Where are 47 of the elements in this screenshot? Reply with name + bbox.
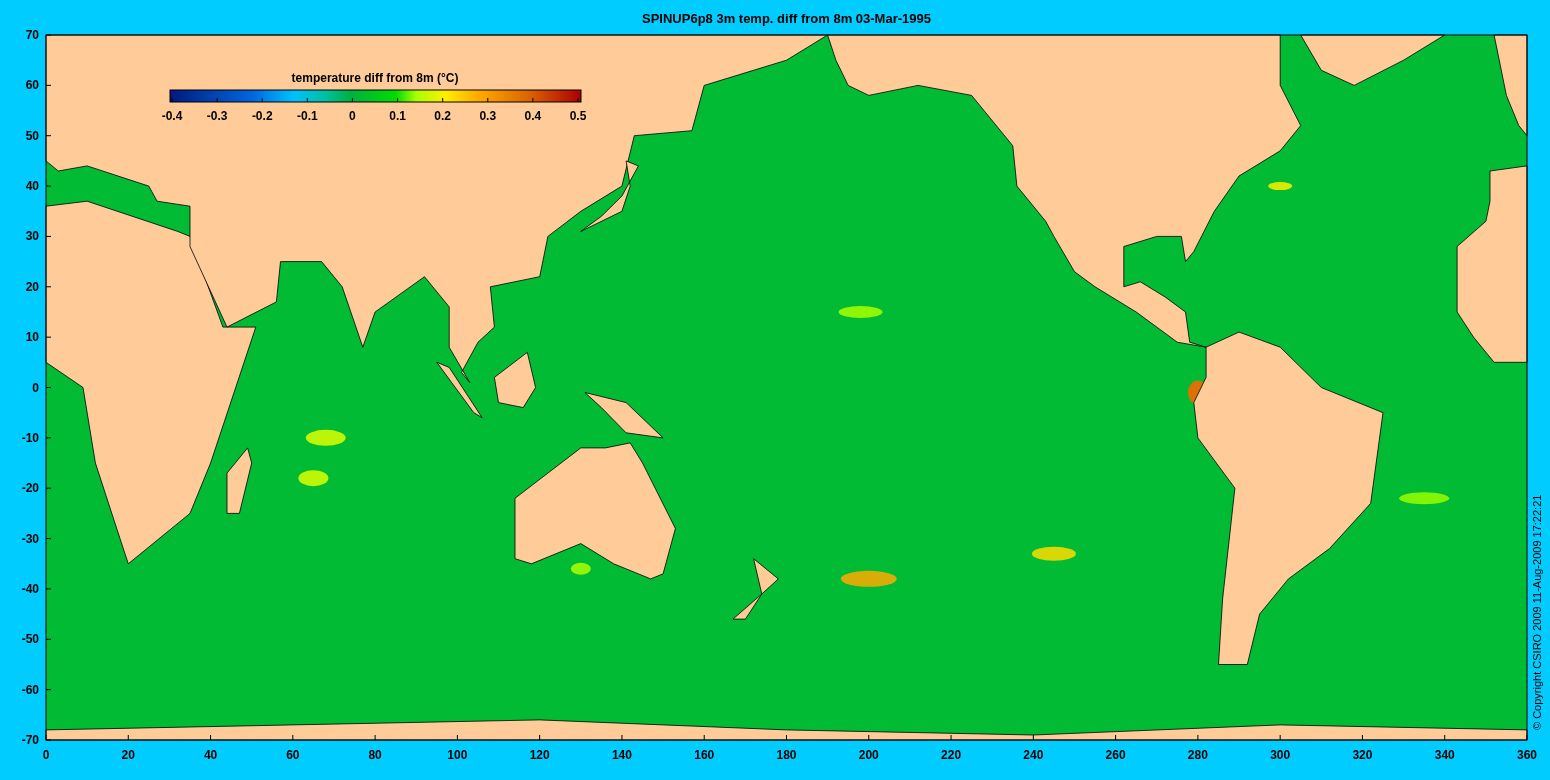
- axis-tick-label: 280: [1187, 748, 1208, 762]
- axis-tick-label: 20: [25, 279, 39, 294]
- axis-tick-label: 360: [1517, 748, 1537, 762]
- colorbar-tick-label: -0.3: [206, 109, 228, 123]
- axis-tick-label: 0: [32, 380, 39, 395]
- colorbar-tick-label: -0.4: [161, 109, 183, 123]
- colorbar-title: temperature diff from 8m (°C): [291, 71, 459, 85]
- axis-tick-label: 0: [42, 748, 50, 762]
- axis-tick-label: 70: [25, 28, 39, 42]
- axis-tick-label: 60: [25, 78, 39, 93]
- axis-tick-label: -70: [21, 733, 39, 747]
- axis-tick-label: -30: [21, 531, 39, 546]
- plot-title: SPINUP6p8 3m temp. diff from 8m 03-Mar-1995: [642, 11, 931, 26]
- axis-tick-label: 220: [941, 748, 962, 762]
- colorbar-tick-label: 0.1: [389, 109, 406, 123]
- axis-tick-label: 40: [203, 748, 218, 762]
- colorbar-tick-label: 0.4: [524, 109, 542, 123]
- axis-tick-label: 80: [368, 748, 382, 762]
- axis-tick-label: -40: [21, 581, 39, 596]
- axis-tick-label: 50: [25, 128, 39, 143]
- axis-tick-label: 340: [1434, 748, 1455, 762]
- axis-tick-label: 200: [858, 748, 879, 762]
- axis-tick-label: 300: [1270, 748, 1291, 762]
- axis-tick-label: 40: [25, 179, 39, 194]
- axis-tick-label: 260: [1105, 748, 1126, 762]
- colorbar-tick-label: 0.3: [479, 109, 497, 123]
- axis-tick-label: 160: [694, 748, 715, 762]
- axis-tick-label: -60: [21, 682, 39, 697]
- copyright-text: © Copyright CSIRO 2009 11-Aug-2009 17:22:21: [1531, 494, 1543, 730]
- colorbar-tick-label: -0.1: [297, 109, 318, 123]
- colorbar-tick-label: 0: [349, 109, 356, 123]
- colorbar-tick-label: 0.2: [434, 109, 451, 123]
- axis-tick-label: 30: [25, 229, 39, 244]
- axis-tick-label: -10: [21, 430, 39, 445]
- colorbar-tick-label: -0.2: [251, 109, 273, 123]
- axis-tick-label: -50: [21, 632, 39, 647]
- axis-tick-label: 20: [121, 748, 135, 762]
- axis-tick-label: 10: [25, 330, 39, 345]
- axis-tick-label: 320: [1352, 748, 1373, 762]
- axis-tick-label: 60: [286, 748, 300, 762]
- axis-tick-label: 240: [1023, 748, 1044, 762]
- axis-tick-label: 100: [447, 748, 468, 762]
- axis-tick-label: -20: [21, 481, 39, 496]
- axis-tick-label: 140: [611, 748, 632, 762]
- axis-tick-label: 180: [776, 748, 797, 762]
- axis-tick-label: 120: [529, 748, 550, 762]
- colorbar-tick-label: 0.5: [569, 109, 587, 123]
